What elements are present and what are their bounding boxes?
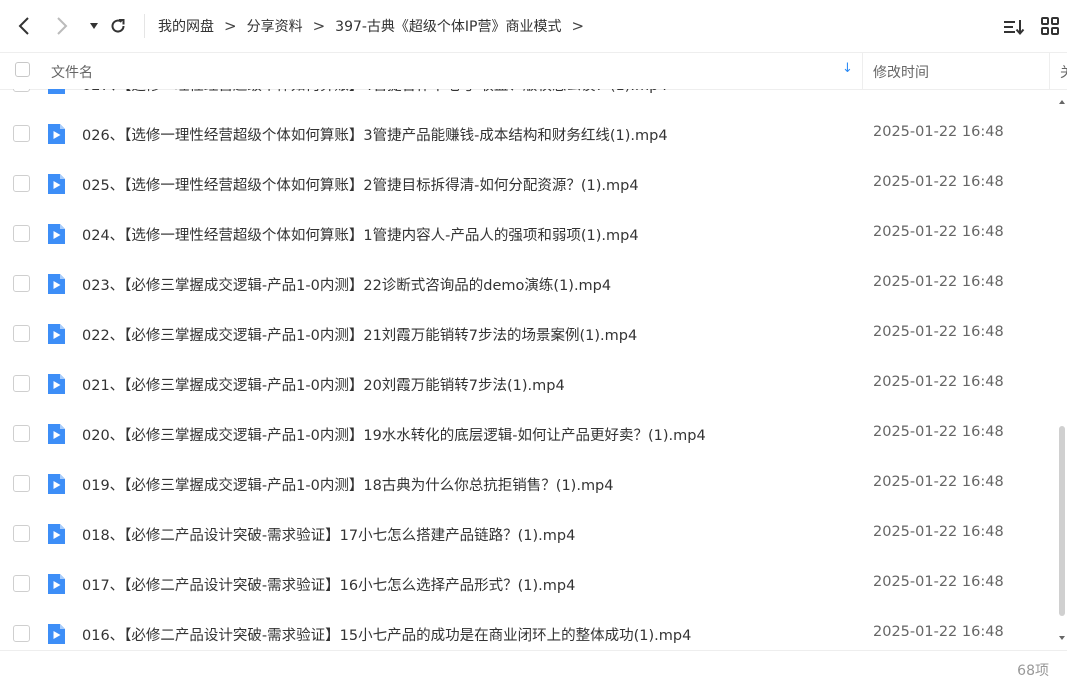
select-all-checkbox[interactable] <box>15 62 30 77</box>
file-row[interactable]: 025、【选修一理性经营超级个体如何算账】2管捷目标拆得清-如何分配资源？(1)… <box>0 159 1060 209</box>
file-checkbox[interactable] <box>13 225 30 242</box>
sort-icon[interactable] <box>1003 16 1025 38</box>
file-row[interactable]: 026、【选修一理性经营超级个体如何算账】3管捷产品能赚钱-成本结构和财务红线(… <box>0 109 1060 159</box>
file-row[interactable]: 022、【必修三掌握成交逻辑-产品1-0内测】21刘霞万能销转7步法的场景案例(… <box>0 309 1060 359</box>
video-file-icon <box>45 423 67 445</box>
file-modified-time: 2025-01-22 16:48 <box>873 224 1004 240</box>
grid-view-icon[interactable] <box>1040 16 1060 36</box>
file-checkbox[interactable] <box>13 425 30 442</box>
file-name[interactable]: 027、【选修一理性经营超级个体如何算账】4管捷合作不吃亏-收益、版权怎么谈？(… <box>82 89 668 95</box>
video-file-icon <box>45 173 67 195</box>
file-list: 027、【选修一理性经营超级个体如何算账】4管捷合作不吃亏-收益、版权怎么谈？(… <box>0 89 1060 649</box>
scroll-up-icon[interactable] <box>1059 100 1065 104</box>
video-file-icon <box>45 473 67 495</box>
file-modified-time: 2025-01-22 16:48 <box>873 124 1004 140</box>
file-name[interactable]: 017、【必修二产品设计突破-需求验证】16小七怎么选择产品形式？(1).mp4 <box>82 574 575 595</box>
file-modified-time: 2025-01-22 16:48 <box>873 574 1004 590</box>
file-row[interactable]: 017、【必修二产品设计突破-需求验证】16小七怎么选择产品形式？(1).mp4… <box>0 559 1060 609</box>
file-checkbox[interactable] <box>13 575 30 592</box>
video-file-icon <box>45 373 67 395</box>
video-file-icon <box>45 123 67 145</box>
file-checkbox[interactable] <box>13 275 30 292</box>
refresh-icon[interactable] <box>106 14 130 38</box>
breadcrumb: 我的网盘 > 分享资料 > 397-古典《超级个体IP营》商业模式 > <box>158 0 594 52</box>
chevron-right-icon[interactable] <box>50 14 74 38</box>
scrollbar-thumb[interactable] <box>1059 426 1065 616</box>
breadcrumb-separator-icon: > <box>312 17 326 35</box>
file-name[interactable]: 020、【必修三掌握成交逻辑-产品1-0内测】19水水转化的底层逻辑-如何让产品… <box>82 424 706 445</box>
file-modified-time: 2025-01-22 16:48 <box>873 624 1004 640</box>
breadcrumb-item-shared[interactable]: 分享资料 <box>247 16 303 36</box>
file-checkbox[interactable] <box>13 525 30 542</box>
file-name[interactable]: 016、【必修二产品设计突破-需求验证】15小七产品的成功是在商业闭环上的整体成… <box>82 624 691 645</box>
file-row[interactable]: 019、【必修三掌握成交逻辑-产品1-0内测】18古典为什么你总抗拒销售？(1)… <box>0 459 1060 509</box>
file-name[interactable]: 024、【选修一理性经营超级个体如何算账】1管捷内容人-产品人的强项和弱项(1)… <box>82 224 639 245</box>
video-file-icon <box>45 323 67 345</box>
file-name[interactable]: 026、【选修一理性经营超级个体如何算账】3管捷产品能赚钱-成本结构和财务红线(… <box>82 124 668 145</box>
video-file-icon <box>45 273 67 295</box>
file-checkbox[interactable] <box>13 89 30 92</box>
chevron-left-icon[interactable] <box>12 14 36 38</box>
file-rows: 027、【选修一理性经营超级个体如何算账】4管捷合作不吃亏-收益、版权怎么谈？(… <box>0 89 1060 649</box>
file-list-header: 文件名 ↓ 修改时间 关 <box>0 52 1067 90</box>
breadcrumb-item-current-folder[interactable]: 397-古典《超级个体IP营》商业模式 <box>335 16 561 36</box>
status-footer: 68项 <box>0 650 1067 683</box>
sort-arrow-icon[interactable]: ↓ <box>842 61 853 76</box>
column-divider[interactable] <box>1049 53 1050 89</box>
file-modified-time: 2025-01-22 16:48 <box>873 374 1004 390</box>
file-name[interactable]: 019、【必修三掌握成交逻辑-产品1-0内测】18古典为什么你总抗拒销售？(1)… <box>82 474 614 495</box>
file-name[interactable]: 021、【必修三掌握成交逻辑-产品1-0内测】20刘霞万能销转7步法(1).mp… <box>82 374 565 395</box>
column-divider[interactable] <box>862 53 863 89</box>
caret-down-icon[interactable] <box>82 14 106 38</box>
file-checkbox[interactable] <box>13 175 30 192</box>
file-name[interactable]: 023、【必修三掌握成交逻辑-产品1-0内测】22诊断式咨询品的demo演练(1… <box>82 274 611 295</box>
file-modified-time: 2025-01-22 16:48 <box>873 324 1004 340</box>
file-modified-time: 2025-01-22 16:48 <box>873 424 1004 440</box>
file-modified-time: 2025-01-22 16:48 <box>873 274 1004 290</box>
top-toolbar: 我的网盘 > 分享资料 > 397-古典《超级个体IP营》商业模式 > <box>0 0 1067 52</box>
file-checkbox[interactable] <box>13 375 30 392</box>
breadcrumb-separator-icon: > <box>224 17 237 35</box>
breadcrumb-item-my-drive[interactable]: 我的网盘 <box>158 16 214 36</box>
file-row[interactable]: 021、【必修三掌握成交逻辑-产品1-0内测】20刘霞万能销转7步法(1).mp… <box>0 359 1060 409</box>
file-row[interactable]: 018、【必修二产品设计突破-需求验证】17小七怎么搭建产品链路？(1).mp4… <box>0 509 1060 559</box>
video-file-icon <box>45 573 67 595</box>
file-name[interactable]: 022、【必修三掌握成交逻辑-产品1-0内测】21刘霞万能销转7步法的场景案例(… <box>82 324 637 345</box>
video-file-icon <box>45 223 67 245</box>
file-checkbox[interactable] <box>13 125 30 142</box>
column-header-name[interactable]: 文件名 <box>51 62 93 82</box>
video-file-icon <box>45 89 67 95</box>
file-modified-time: 2025-01-22 16:48 <box>873 524 1004 540</box>
toolbar-divider <box>144 14 145 38</box>
file-row[interactable]: 023、【必修三掌握成交逻辑-产品1-0内测】22诊断式咨询品的demo演练(1… <box>0 259 1060 309</box>
file-checkbox[interactable] <box>13 625 30 642</box>
file-name[interactable]: 025、【选修一理性经营超级个体如何算账】2管捷目标拆得清-如何分配资源？(1)… <box>82 174 639 195</box>
item-count: 68项 <box>1017 663 1049 679</box>
file-modified-time: 2025-01-22 16:48 <box>873 174 1004 190</box>
scroll-down-icon[interactable] <box>1059 636 1065 640</box>
file-row[interactable]: 027、【选修一理性经营超级个体如何算账】4管捷合作不吃亏-收益、版权怎么谈？(… <box>0 89 1060 109</box>
file-row[interactable]: 024、【选修一理性经营超级个体如何算账】1管捷内容人-产品人的强项和弱项(1)… <box>0 209 1060 259</box>
file-name[interactable]: 018、【必修二产品设计突破-需求验证】17小七怎么搭建产品链路？(1).mp4 <box>82 524 575 545</box>
file-checkbox[interactable] <box>13 325 30 342</box>
video-file-icon <box>45 623 67 645</box>
breadcrumb-separator-icon[interactable]: > <box>572 17 585 35</box>
column-header-extra[interactable]: 关 <box>1060 62 1067 82</box>
file-modified-time: 2025-01-22 16:48 <box>873 474 1004 490</box>
scrollbar[interactable] <box>1058 100 1067 640</box>
file-modified-time: 2025-01-22 16:48 <box>873 89 1004 90</box>
file-row[interactable]: 020、【必修三掌握成交逻辑-产品1-0内测】19水水转化的底层逻辑-如何让产品… <box>0 409 1060 459</box>
column-header-modified-time[interactable]: 修改时间 <box>873 62 929 82</box>
video-file-icon <box>45 523 67 545</box>
file-row[interactable]: 016、【必修二产品设计突破-需求验证】15小七产品的成功是在商业闭环上的整体成… <box>0 609 1060 649</box>
file-checkbox[interactable] <box>13 475 30 492</box>
